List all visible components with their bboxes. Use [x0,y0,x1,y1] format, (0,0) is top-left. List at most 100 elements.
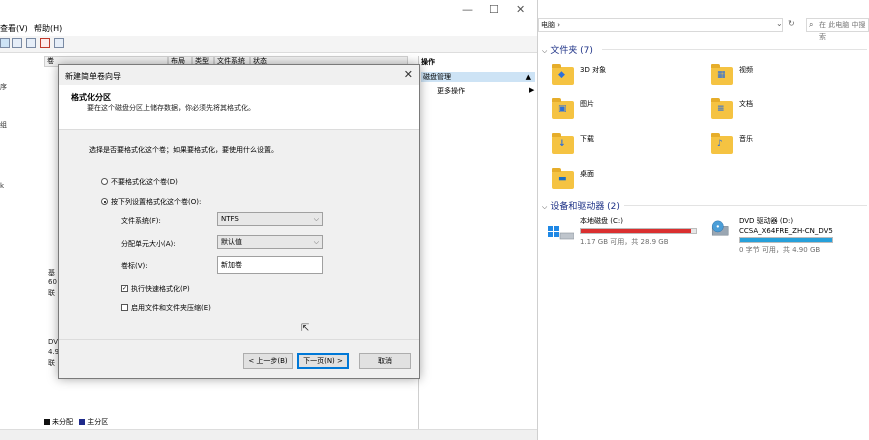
radio-no-format-label[interactable]: 不要格式化这个卷(D) [111,177,178,187]
search-placeholder: 在 此电脑 中搜索 [819,21,866,41]
file-explorer-window: 电脑 › ⌄ ↻ ⌕ 在 此电脑 中搜索 ⌵ 文件夹 (7) ◆ 3D 对象 ▦ … [538,0,869,440]
close-icon[interactable]: ✕ [516,3,525,16]
wizard-close-icon[interactable]: ✕ [404,68,413,81]
folder-pictures-icon: ▣ [552,98,574,119]
submenu-arrow-icon: ▶ [529,86,535,94]
radio-no-format[interactable] [101,178,108,185]
disk-management-titlebar: — ☐ ✕ [0,0,537,22]
volume-label-input[interactable]: 新加卷 [217,256,323,274]
maximize-icon[interactable]: ☐ [489,3,499,16]
disk0-label: 基 [48,269,55,277]
allocation-value: 默认值 [221,238,242,246]
disk0-status: 联 [48,289,55,297]
drive-usage-bar [739,237,833,243]
devices-header-text: 设备和驱动器 (2) [550,202,620,212]
local-disk-icon [548,226,574,240]
wizard-header: 格式化分区 要在这个磁盘分区上储存数据，你必须先将其格式化。 [59,85,419,130]
collapse-icon[interactable]: ▲ [526,72,531,82]
cdrom-label: DV [48,338,59,346]
folder-name: 视频 [739,66,753,74]
back-button[interactable]: < 上一步(B) [243,353,293,369]
volume-label-label: 卷标(V): [121,262,148,270]
side-label: k [0,182,5,190]
menu-help[interactable]: 帮助(H) [34,23,62,34]
folders-divider [602,49,867,50]
legend-primary: 主分区 [87,418,109,426]
folder-documents-icon: ≡ [711,98,733,119]
filesystem-label: 文件系统(F): [121,217,161,225]
chevron-down-icon: ⌵ [313,215,319,223]
action-disk-management[interactable]: 磁盘管理 ▲ [421,72,535,82]
search-input[interactable]: ⌕ 在 此电脑 中搜索 [806,18,869,41]
folders-header-text: 文件夹 (7) [550,46,593,56]
format-prompt: 选择是否要格式化这个卷；如果要格式化，要使用什么设置。 [89,146,278,154]
folder-desktop-icon: ▬ [552,168,574,189]
dvd-drive-icon [711,220,729,236]
search-icon: ⌕ [809,20,814,29]
devices-section-header[interactable]: ⌵ 设备和驱动器 (2) [542,199,620,212]
compression-label[interactable]: 启用文件和文件夹压缩(E) [131,303,211,313]
drive-usage-fill [740,238,832,242]
folder-name: 下载 [580,135,594,143]
action-disk-management-label: 磁盘管理 [423,73,451,81]
drive-space: 0 字节 可用，共 4.90 GB [739,246,821,254]
drive-volume-label: CCSA_X64FRE_ZH-CN_DV5 [739,227,833,235]
legend-swatch-primary [79,419,86,425]
disk0-size: 60 [48,278,57,286]
folder-name: 3D 对象 [580,66,607,74]
new-simple-volume-wizard: 新建简单卷向导 ✕ 格式化分区 要在这个磁盘分区上储存数据，你必须先将其格式化。… [58,64,420,379]
legend: 未分配 主分区 [44,417,108,427]
list-view-icon[interactable] [12,38,22,48]
allocation-select[interactable]: 默认值 ⌵ [217,235,323,249]
console-icon[interactable] [0,38,10,48]
legend-unallocated: 未分配 [52,418,73,426]
volume-label-value: 新加卷 [221,261,242,269]
menu-view[interactable]: 查看(V) [0,23,28,34]
action-more[interactable]: 更多操作 ▶ [437,86,534,96]
action-more-label: 更多操作 [437,87,465,95]
radio-format[interactable] [101,198,108,205]
drive-usage-bar [580,228,697,234]
side-label: 组 [0,121,7,129]
chevron-down-icon: ⌵ [542,203,548,211]
compression-checkbox[interactable] [121,304,128,311]
folder-3d-objects-icon: ◆ [552,64,574,85]
folder-name: 音乐 [739,135,753,143]
wizard-separator [59,339,419,340]
chevron-down-icon: ⌵ [313,238,319,246]
chevron-down-icon: ⌵ [542,47,548,55]
next-button[interactable]: 下一页(N) > [297,353,349,369]
folders-section-header[interactable]: ⌵ 文件夹 (7) [542,43,593,56]
drive-name: 本地磁盘 (C:) [580,217,623,225]
quick-format-label[interactable]: 执行快速格式化(P) [131,284,190,294]
cancel-button[interactable]: 取消 [359,353,411,369]
toolbar [0,36,537,53]
properties-icon[interactable] [40,38,50,48]
radio-format-label[interactable]: 按下列设置格式化这个卷(O): [111,197,201,207]
mouse-cursor-icon: ⇱ [301,323,310,334]
side-label: 序 [0,83,7,91]
folder-name: 图片 [580,100,594,108]
filesystem-select[interactable]: NTFS ⌵ [217,212,323,226]
drive-name: DVD 驱动器 (D:) [739,217,794,225]
action-pane: 操作 磁盘管理 ▲ 更多操作 ▶ [418,56,537,440]
folder-videos-icon: ▦ [711,64,733,85]
cdrom-status: 联 [48,359,55,367]
address-dropdown-icon[interactable]: ⌄ [776,19,783,28]
folder-downloads-icon: ↓ [552,133,574,154]
status-bar [0,429,537,440]
devices-divider [624,205,867,206]
action-pane-header: 操作 [421,58,435,66]
quick-format-checkbox[interactable]: ✓ [121,285,128,292]
connect-icon[interactable] [26,38,36,48]
folder-music-icon: ♪ [711,133,733,154]
refresh-icon[interactable]: ↻ [788,19,795,28]
legend-swatch-unallocated [44,419,50,425]
wizard-header-desc: 要在这个磁盘分区上储存数据，你必须先将其格式化。 [87,104,255,112]
help-icon[interactable] [54,38,64,48]
address-bar[interactable]: 电脑 › [538,18,783,32]
drive-space: 1.17 GB 可用，共 28.9 GB [580,238,669,246]
minimize-icon[interactable]: — [462,3,473,16]
folder-name: 文档 [739,100,753,108]
filesystem-value: NTFS [221,215,239,223]
